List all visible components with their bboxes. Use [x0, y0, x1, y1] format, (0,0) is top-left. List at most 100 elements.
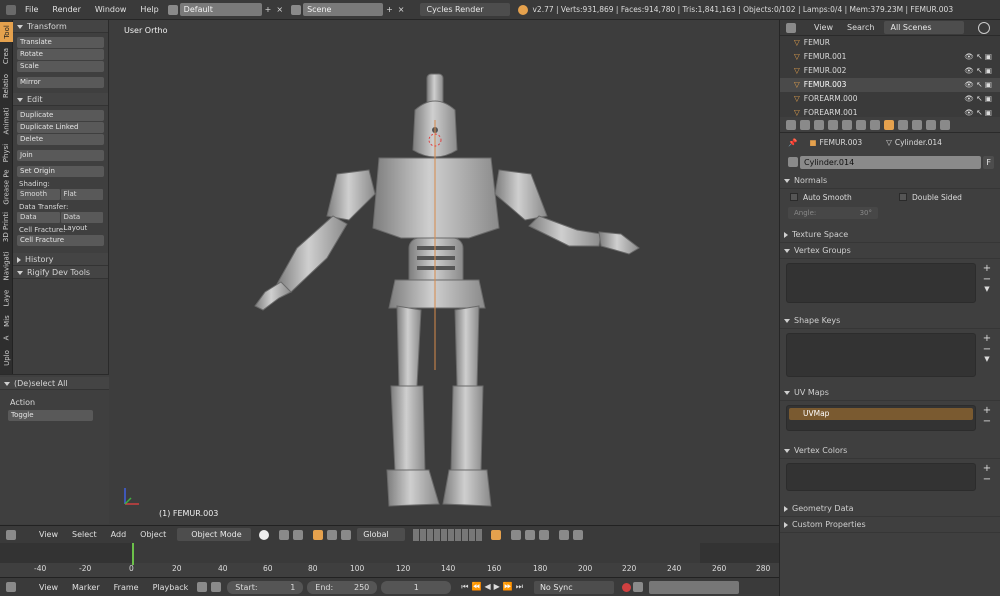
pin-icon[interactable]: 📌 [788, 138, 797, 147]
outliner-editor-icon[interactable] [786, 22, 796, 33]
angle-field[interactable]: Angle: 30° [788, 207, 878, 219]
layout-grid-icon[interactable] [167, 4, 178, 15]
uv-maps-list[interactable]: UVMap [786, 405, 976, 431]
add-vertex-group-icon[interactable]: + [983, 263, 991, 274]
tab-upload[interactable]: Uplo [0, 346, 13, 370]
render-tab-icon[interactable] [800, 119, 810, 130]
sync-select[interactable]: No Sync [533, 580, 614, 594]
layout-field[interactable]: Default [179, 3, 262, 16]
remove-layout-icon[interactable]: × [274, 5, 289, 14]
tab-layers[interactable]: Laye [0, 286, 13, 310]
object-tab-icon[interactable] [842, 119, 852, 130]
range-toggle-icon[interactable] [197, 582, 208, 592]
opengl-animation-icon[interactable] [573, 529, 584, 540]
translate-button[interactable]: Translate [17, 37, 104, 48]
mesh-name-field[interactable]: Cylinder.014 [800, 155, 982, 169]
tl-view-menu[interactable]: View [32, 583, 65, 592]
play-reverse-icon[interactable]: ◀ [484, 582, 493, 591]
menu-render[interactable]: Render [45, 5, 87, 14]
normals-panel-header[interactable]: Normals [780, 173, 1000, 189]
current-frame-field[interactable]: 1 [381, 580, 452, 594]
history-panel-header[interactable]: History [13, 253, 108, 266]
tab-create[interactable]: Crea [0, 44, 13, 68]
add-vertex-color-icon[interactable]: + [983, 463, 991, 474]
snap-element-icon[interactable] [539, 529, 550, 540]
remove-shape-key-icon[interactable]: − [983, 344, 991, 355]
robot-model[interactable] [229, 70, 659, 510]
vertex-colors-list[interactable] [786, 463, 976, 491]
menu-help[interactable]: Help [133, 5, 165, 14]
render-engine-select[interactable]: Cycles Render [420, 3, 511, 16]
modifiers-tab-icon[interactable] [870, 119, 880, 130]
shape-keys-panel-header[interactable]: Shape Keys [780, 313, 1000, 329]
add-menu[interactable]: Add [104, 530, 134, 539]
tl-frame-menu[interactable]: Frame [107, 583, 146, 592]
end-frame-field[interactable]: End: 250 [307, 580, 378, 594]
layers-grid[interactable] [413, 528, 484, 541]
remove-vertex-group-icon[interactable]: − [983, 274, 991, 285]
set-origin-button[interactable]: Set Origin [17, 166, 104, 177]
current-frame-marker[interactable] [132, 543, 134, 565]
uv-maps-panel-header[interactable]: UV Maps [780, 385, 1000, 401]
lock-layers-icon[interactable] [491, 529, 502, 540]
fake-user-button[interactable]: F [983, 155, 994, 169]
add-uv-map-icon[interactable]: + [983, 405, 991, 416]
keying-set-field[interactable] [648, 580, 739, 594]
shape-key-menu-icon[interactable]: ▼ [984, 355, 989, 363]
next-keyframe-icon[interactable]: ⏩ [503, 582, 516, 591]
record-icon[interactable] [621, 582, 631, 592]
3d-view-editor-icon[interactable] [6, 529, 16, 540]
add-scene-icon[interactable]: + [383, 5, 396, 14]
uv-map-row[interactable]: UVMap [789, 408, 973, 420]
tab-3d-printing[interactable]: 3D Printi [0, 208, 13, 246]
orientation-select[interactable]: Global [357, 528, 406, 541]
mode-select[interactable]: Object Mode [177, 528, 252, 541]
shape-keys-list[interactable] [786, 333, 976, 377]
outliner-row[interactable]: ▽ FOREARM.000 👁 ↖ ▣ [780, 92, 1000, 106]
outliner-view-menu[interactable]: View [814, 23, 833, 32]
double-sided-checkbox[interactable] [899, 193, 907, 201]
tab-misc[interactable]: Mis [0, 312, 13, 330]
smooth-button[interactable]: Smooth [17, 189, 60, 200]
vertex-groups-panel-header[interactable]: Vertex Groups [780, 243, 1000, 259]
scene-icon[interactable] [291, 4, 302, 15]
transform-panel-header[interactable]: Transform [13, 20, 108, 33]
geometry-data-panel-header[interactable]: Geometry Data [780, 501, 1000, 517]
auto-smooth-checkbox[interactable] [790, 193, 798, 201]
tab-animation[interactable]: Animati [0, 104, 13, 138]
select-menu[interactable]: Select [65, 530, 104, 539]
manipulator-icon[interactable] [293, 529, 304, 540]
tab-physics[interactable]: Physi [0, 140, 13, 166]
action-select[interactable]: Toggle [8, 410, 93, 421]
rotate-button[interactable]: Rotate [17, 49, 104, 60]
proportional-edit-icon[interactable] [511, 529, 522, 540]
viewport-shading-icon[interactable] [259, 529, 270, 540]
outliner-filter-select[interactable]: All Scenes [884, 21, 965, 34]
scale-button[interactable]: Scale [17, 61, 104, 72]
translate-manipulator-icon[interactable] [313, 529, 324, 540]
timeline-editor-icon[interactable] [6, 582, 16, 592]
tl-marker-menu[interactable]: Marker [65, 583, 107, 592]
flat-button[interactable]: Flat [60, 189, 103, 200]
outliner-row[interactable]: ▽ FEMUR [780, 36, 1000, 50]
particles-tab-icon[interactable] [926, 119, 936, 130]
view-menu[interactable]: View [32, 530, 65, 539]
blender-editor-icon[interactable] [6, 4, 16, 15]
vertex-colors-panel-header[interactable]: Vertex Colors [780, 443, 1000, 459]
data-layout-button[interactable]: Data Layout [60, 212, 103, 232]
start-frame-field[interactable]: Start: 1 [227, 580, 304, 594]
edit-panel-header[interactable]: Edit [13, 93, 108, 106]
scale-manipulator-icon[interactable] [341, 529, 352, 540]
texture-tab-icon[interactable] [912, 119, 922, 130]
texture-space-panel-header[interactable]: Texture Space [780, 227, 1000, 243]
mesh-browse-icon[interactable] [788, 157, 798, 167]
constraints-tab-icon[interactable] [856, 119, 866, 130]
data-button[interactable]: Data [17, 212, 60, 223]
vertex-group-menu-icon[interactable]: ▼ [984, 285, 989, 293]
physics-tab-icon[interactable] [940, 119, 950, 130]
remove-uv-map-icon[interactable]: − [983, 416, 991, 427]
properties-editor-icon[interactable] [786, 119, 796, 130]
3d-viewport[interactable]: User Ortho (1) FEMUR.003 [109, 20, 779, 525]
remove-vertex-color-icon[interactable]: − [983, 474, 991, 485]
snap-icon[interactable] [525, 529, 536, 540]
